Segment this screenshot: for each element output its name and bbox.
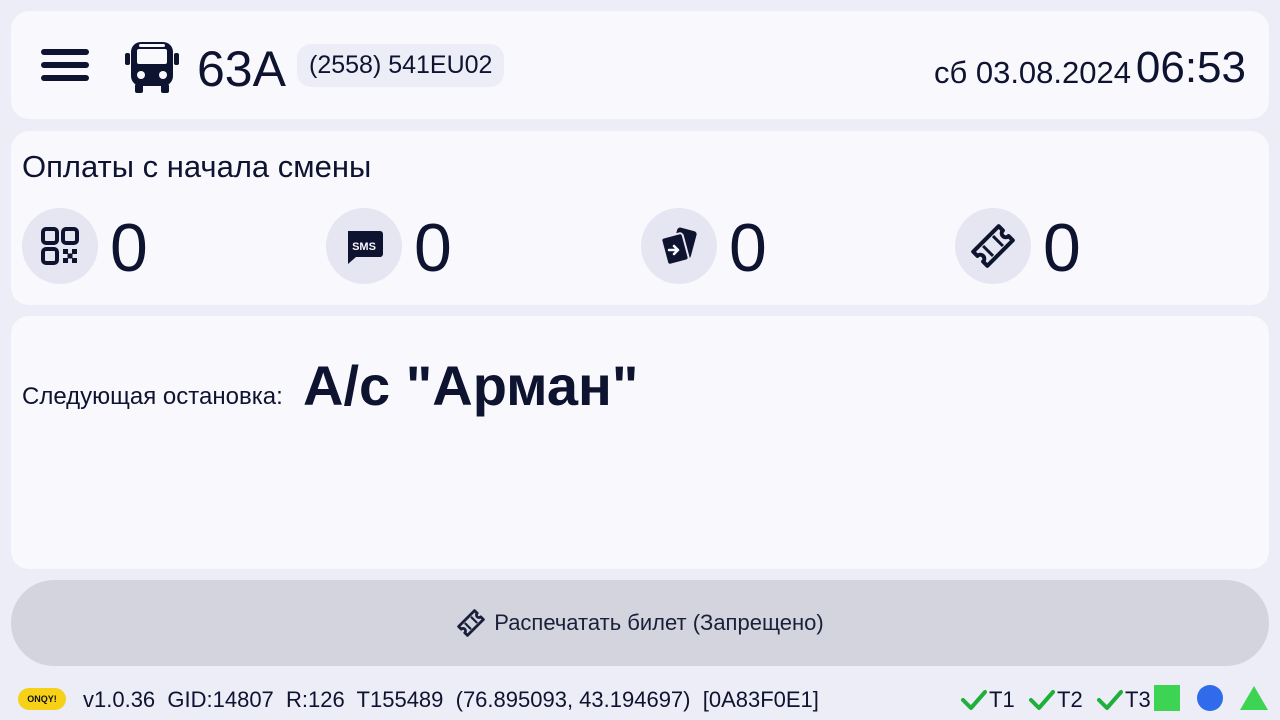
- date-text: сб 03.08.2024: [933, 55, 1131, 90]
- terminal-indicator-t2: T2: [1029, 686, 1083, 714]
- next-stop-name: А/с "Арман": [303, 354, 639, 417]
- sms-icon: SMS: [326, 208, 402, 284]
- terminal-indicator-t3: T3: [1097, 686, 1151, 714]
- onqy-logo: ONQY!: [18, 688, 66, 710]
- vehicle-badge: (2558) 541EU02: [297, 44, 505, 87]
- terminal-label: T3: [1125, 687, 1151, 712]
- check-icon: [1097, 690, 1123, 710]
- check-icon: [1029, 690, 1055, 710]
- terminal-label: T2: [1057, 687, 1083, 712]
- payment-count: 0: [1043, 210, 1081, 286]
- status-triangle-icon: [1240, 686, 1268, 710]
- terminal-indicator-t1: T1: [961, 686, 1015, 714]
- card-icon: [641, 208, 717, 284]
- status-circle-icon: [1197, 685, 1223, 711]
- ticket-icon: [457, 609, 486, 637]
- payment-count: 0: [110, 210, 148, 286]
- header-bar: 63A (2558) 541EU02 сб 03.08.2024 06:53: [11, 11, 1269, 119]
- terminal-label: T1: [989, 687, 1015, 712]
- status-info-text: v1.0.36 GID:14807 R:126 T155489 (76.8950…: [83, 687, 819, 712]
- next-stop-label: Следующая остановка:: [22, 383, 283, 410]
- status-square-icon: [1154, 685, 1180, 711]
- svg-text:SMS: SMS: [352, 241, 376, 253]
- payment-count: 0: [729, 210, 767, 286]
- payments-title: Оплаты с начала смены: [22, 149, 372, 184]
- menu-icon: [41, 49, 89, 55]
- payment-count: 0: [414, 210, 452, 286]
- qr-code-icon: [22, 208, 98, 284]
- route-number: 63A: [197, 41, 286, 97]
- print-ticket-label: Распечатать билет (Запрещено): [494, 610, 824, 635]
- payments-panel: Оплаты с начала смены 0 SMS 0 0 0: [11, 131, 1269, 305]
- status-bar: ONQY! v1.0.36 GID:14807 R:126 T155489 (7…: [0, 680, 1280, 720]
- menu-button[interactable]: [41, 49, 89, 83]
- next-stop-panel: Следующая остановка: А/с "Арман": [11, 316, 1269, 569]
- print-ticket-button[interactable]: Распечатать билет (Запрещено): [11, 580, 1269, 666]
- bus-icon: [125, 42, 179, 93]
- time-text: 06:53: [1135, 43, 1246, 92]
- check-icon: [961, 690, 987, 710]
- ticket-icon: [955, 208, 1031, 284]
